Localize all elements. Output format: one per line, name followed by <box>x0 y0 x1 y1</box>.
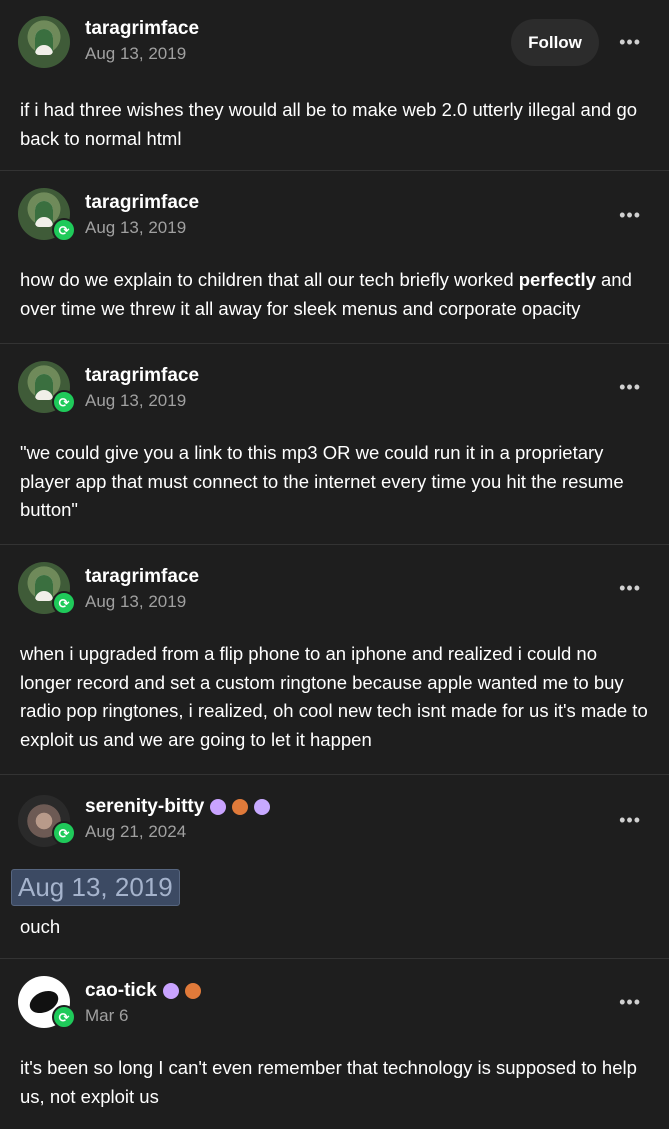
username[interactable]: serenity-bitty <box>85 796 204 818</box>
post-meta: taragrimface Aug 13, 2019 <box>85 18 199 64</box>
follow-button[interactable]: Follow <box>511 19 599 66</box>
post-date[interactable]: Aug 13, 2019 <box>85 592 199 612</box>
post: ⟳ taragrimface Aug 13, 2019 ••• when i u… <box>0 545 669 775</box>
more-dots-icon[interactable]: ••• <box>619 578 641 599</box>
badge-icon <box>210 799 227 815</box>
username-row: serenity-bitty <box>85 796 271 818</box>
paw-icon <box>232 799 249 815</box>
post-meta: taragrimface Aug 13, 2019 <box>85 566 199 612</box>
quoted-date-wrap: Aug 13, 2019 <box>11 861 180 906</box>
paw-icon <box>184 983 201 999</box>
post: taragrimface Aug 13, 2019 Follow ••• if … <box>0 0 669 171</box>
username[interactable]: taragrimface <box>85 365 199 387</box>
post-meta: taragrimface Aug 13, 2019 <box>85 365 199 411</box>
more-dots-icon[interactable]: ••• <box>619 377 641 398</box>
post-date[interactable]: Aug 13, 2019 <box>85 218 199 238</box>
post-date[interactable]: Mar 6 <box>85 1006 201 1026</box>
post-meta: cao-tick Mar 6 <box>85 980 201 1026</box>
more-dots-icon[interactable]: ••• <box>619 810 641 831</box>
post: ⟳ cao-tick Mar 6 ••• it's been so long I… <box>0 959 669 1124</box>
more-dots-icon[interactable]: ••• <box>619 32 641 53</box>
username-row: cao-tick <box>85 980 201 1002</box>
post-meta: serenity-bitty Aug 21, 2024 <box>85 796 271 842</box>
reblog-icon: ⟳ <box>52 591 76 615</box>
post-meta: taragrimface Aug 13, 2019 <box>85 192 199 238</box>
post-text-bold: perfectly <box>518 269 596 290</box>
reblog-icon: ⟳ <box>52 390 76 414</box>
more-dots-icon[interactable]: ••• <box>619 205 641 226</box>
post-date[interactable]: Aug 13, 2019 <box>85 44 199 64</box>
post-date[interactable]: Aug 21, 2024 <box>85 822 270 842</box>
avatar[interactable] <box>18 16 70 68</box>
username[interactable]: cao-tick <box>85 980 157 1002</box>
reblog-icon: ⟳ <box>52 821 76 845</box>
reblog-icon: ⟳ <box>52 1005 76 1029</box>
badge-icon <box>254 799 271 815</box>
post: ⟳ taragrimface Aug 13, 2019 ••• "we coul… <box>0 344 669 545</box>
post-date[interactable]: Aug 13, 2019 <box>85 391 199 411</box>
more-dots-icon[interactable]: ••• <box>619 992 641 1013</box>
badge-icon <box>162 983 179 999</box>
username[interactable]: taragrimface <box>85 192 199 214</box>
reblog-icon: ⟳ <box>52 218 76 242</box>
post: ⟳ serenity-bitty Aug 21, 2024 ••• Aug 13… <box>0 775 669 959</box>
quoted-date[interactable]: Aug 13, 2019 <box>11 869 180 906</box>
username[interactable]: taragrimface <box>85 18 199 40</box>
post-text-part: how do we explain to children that all o… <box>20 269 519 290</box>
username[interactable]: taragrimface <box>85 566 199 588</box>
post: ⟳ taragrimface Aug 13, 2019 ••• how do w… <box>0 171 669 344</box>
